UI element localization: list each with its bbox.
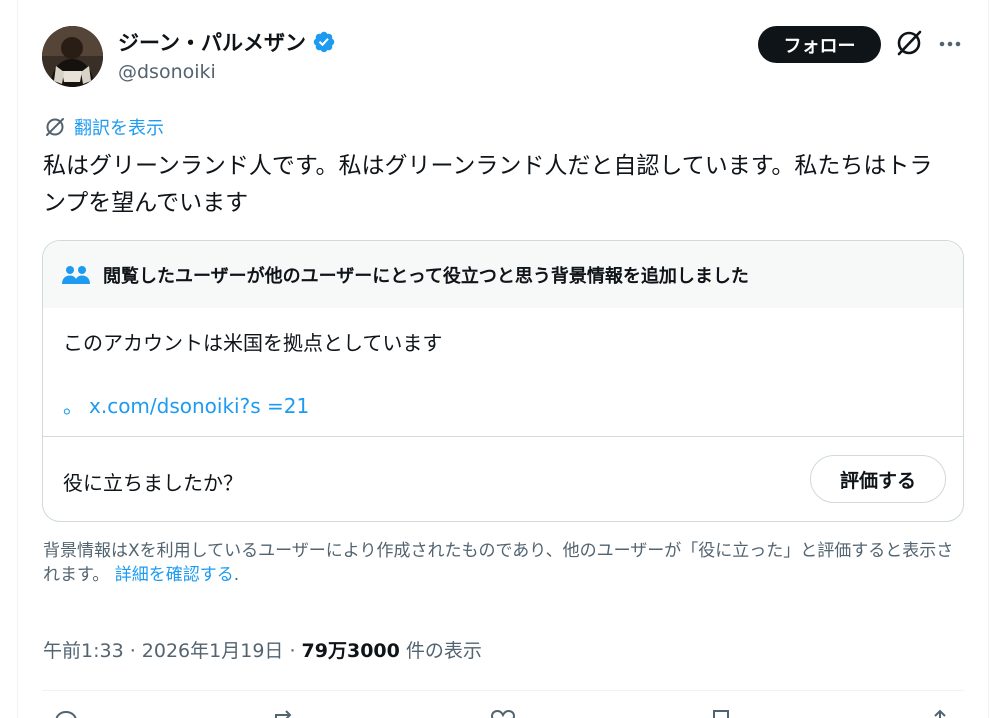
reply-icon[interactable]: [52, 708, 80, 718]
author-name-row[interactable]: ジーン・パルメザン: [118, 27, 336, 57]
more-icon[interactable]: [936, 32, 964, 56]
disclaimer-suffix: .: [233, 565, 240, 585]
divider: [42, 690, 964, 691]
view-count-suffix: 件の表示: [399, 640, 482, 662]
translate-icon: [46, 118, 64, 136]
meta-separator: ·: [283, 640, 302, 662]
show-translation-link[interactable]: 翻訳を表示: [74, 114, 164, 140]
learn-more-link[interactable]: 詳細を確認する: [115, 565, 234, 585]
community-note: 閲覧したユーザーが他のユーザーにとって役立つと思う背景情報を追加しました このア…: [42, 240, 964, 522]
tweet-meta: 午前1:33 · 2026年1月19日 · 79万3000 件の表示: [43, 636, 482, 663]
helpful-question: 役に立ちましたか？: [63, 471, 243, 495]
community-note-body: このアカウントは米国を拠点としています: [63, 331, 443, 355]
people-icon: [62, 265, 90, 284]
community-note-header: 閲覧したユーザーが他のユーザーにとって役立つと思う背景情報を追加しました: [43, 241, 963, 308]
avatar[interactable]: [42, 26, 103, 87]
bookmark-icon[interactable]: [707, 708, 735, 718]
translate-row[interactable]: 翻訳を表示: [44, 114, 164, 140]
tweet-time[interactable]: 午前1:33: [43, 640, 124, 662]
rate-button[interactable]: 評価する: [810, 455, 946, 503]
tweet-text: 私はグリーンランド人です。私はグリーンランド人だと自認しています。私たちはトラン…: [43, 153, 933, 216]
grok-icon[interactable]: [894, 28, 924, 58]
view-count: 79万3000: [301, 640, 400, 662]
author-handle[interactable]: @dsonoiki: [118, 61, 216, 83]
share-icon[interactable]: [926, 708, 954, 718]
avatar-image: [42, 26, 103, 87]
repost-icon[interactable]: [270, 708, 298, 718]
meta-separator: ·: [123, 640, 142, 662]
tweet-date[interactable]: 2026年1月19日: [142, 640, 284, 662]
divider: [43, 436, 963, 437]
community-note-link-prefix: 。: [63, 394, 83, 418]
follow-button[interactable]: フォロー: [758, 26, 881, 63]
like-icon[interactable]: [489, 708, 517, 718]
author-display-name[interactable]: ジーン・パルメザン: [118, 27, 306, 57]
verified-badge-icon[interactable]: [312, 30, 336, 54]
community-note-disclaimer: 背景情報はXを利用しているユーザーにより作成されたものであり、他のユーザーが「役…: [43, 539, 955, 587]
community-note-link-row: 。 x.com/dsonoiki?s =21: [63, 390, 309, 419]
community-note-link[interactable]: x.com/dsonoiki?s =21: [89, 394, 309, 418]
community-note-title: 閲覧したユーザーが他のユーザーにとって役立つと思う背景情報を追加しました: [103, 265, 749, 287]
